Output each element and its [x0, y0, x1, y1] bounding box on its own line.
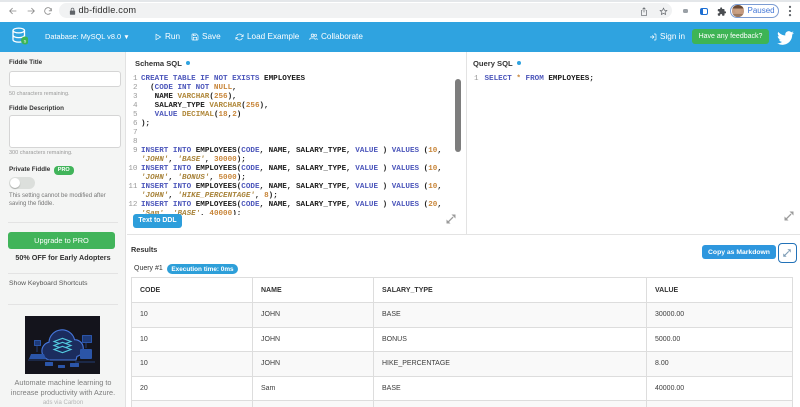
svg-text:S: S: [24, 38, 27, 43]
